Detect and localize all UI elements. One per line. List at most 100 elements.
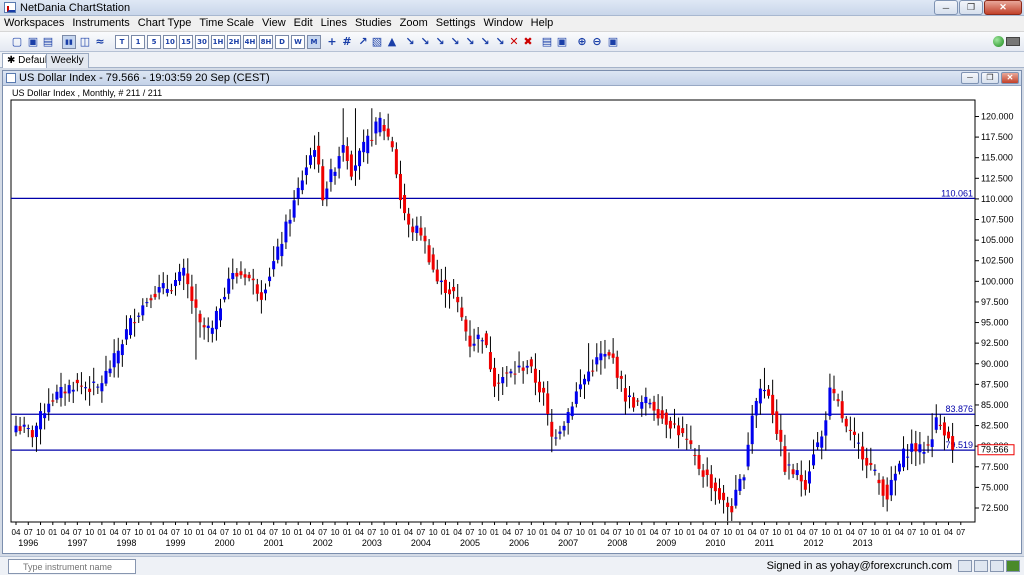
- menu-window[interactable]: Window: [480, 16, 527, 31]
- print-preview-icon[interactable]: ▣: [555, 35, 569, 49]
- year-label: 2004: [411, 538, 431, 548]
- x-tick-label: 01: [97, 528, 106, 537]
- speed-lines-icon[interactable]: ↘: [478, 35, 492, 49]
- interval-30-button[interactable]: 30: [195, 35, 209, 49]
- close-button[interactable]: ✕: [984, 0, 1022, 15]
- candle-body: [599, 353, 603, 361]
- candle-body: [918, 444, 922, 453]
- candle-body: [844, 418, 848, 427]
- channel-icon[interactable]: ↘: [418, 35, 432, 49]
- candle-body: [366, 135, 370, 154]
- gann-icon[interactable]: ↘: [448, 35, 462, 49]
- chart-minimize-button[interactable]: ─: [961, 72, 979, 84]
- candle-body: [828, 387, 832, 416]
- menu-view[interactable]: View: [258, 16, 290, 31]
- year-label: 1996: [18, 538, 38, 548]
- interval-8h-button[interactable]: 8H: [259, 35, 273, 49]
- candle-body: [497, 382, 501, 384]
- tab-weekly[interactable]: Weekly: [46, 53, 89, 68]
- candle-body: [329, 169, 333, 183]
- interval-4h-button[interactable]: 4H: [243, 35, 257, 49]
- delete-all-icon[interactable]: ✖: [521, 35, 535, 49]
- candle-body: [407, 213, 411, 225]
- chart-close-button[interactable]: ✕: [1001, 72, 1019, 84]
- grid-icon[interactable]: #: [340, 35, 354, 49]
- candle-body: [730, 506, 734, 513]
- menu-settings[interactable]: Settings: [432, 16, 480, 31]
- trendline-icon[interactable]: ↘: [403, 35, 417, 49]
- candle-body: [382, 124, 386, 132]
- candle-body: [292, 200, 296, 218]
- chart-window-title: US Dollar Index - 79.566 - 19:03:59 20 S…: [19, 72, 270, 84]
- fibonacci-icon[interactable]: ↘: [433, 35, 447, 49]
- cursor-icon[interactable]: ↗: [356, 35, 370, 49]
- x-tick-label: 10: [281, 528, 290, 537]
- price-chart[interactable]: US Dollar Index , Monthly, # 211 / 211 1…: [3, 86, 1021, 553]
- bar-chart-icon[interactable]: ◫: [78, 35, 92, 49]
- interval-monthly-button[interactable]: M: [307, 35, 321, 49]
- cycle-icon[interactable]: ↘: [463, 35, 477, 49]
- year-label: 2010: [705, 538, 725, 548]
- menu-zoom[interactable]: Zoom: [396, 16, 432, 31]
- menu-time-scale[interactable]: Time Scale: [195, 16, 258, 31]
- volume-icon[interactable]: ▧: [370, 35, 384, 49]
- candle-body: [435, 269, 439, 282]
- delete-icon[interactable]: ✕: [507, 35, 521, 49]
- chart-restore-button[interactable]: ❐: [981, 72, 999, 84]
- menu-workspaces[interactable]: Workspaces: [0, 16, 68, 31]
- text-tool-icon[interactable]: ↘: [493, 35, 507, 49]
- x-tick-label: 07: [220, 528, 229, 537]
- x-tick-label: 10: [527, 528, 536, 537]
- instrument-search-input[interactable]: [8, 559, 136, 574]
- x-tick-label: 07: [662, 528, 671, 537]
- interval-1-button[interactable]: 1: [131, 35, 145, 49]
- x-tick-label: 07: [956, 528, 965, 537]
- line-chart-icon[interactable]: ≈: [93, 35, 107, 49]
- candle-body: [443, 279, 447, 294]
- x-tick-label: 10: [478, 528, 487, 537]
- interval-tick-button[interactable]: T: [115, 35, 129, 49]
- candle-body: [386, 128, 390, 137]
- candle-body: [906, 456, 910, 458]
- menu-lines[interactable]: Lines: [317, 16, 351, 31]
- save-icon[interactable]: ▣: [26, 35, 40, 49]
- zoom-out-icon[interactable]: ⊖: [590, 35, 604, 49]
- interval-daily-button[interactable]: D: [275, 35, 289, 49]
- print-setup-icon[interactable]: ▤: [41, 35, 55, 49]
- candle-body: [562, 425, 566, 431]
- interval-15-button[interactable]: 15: [179, 35, 193, 49]
- mountain-icon[interactable]: ▲: [385, 35, 399, 49]
- candle-body: [288, 219, 292, 224]
- candle-body: [259, 292, 263, 300]
- menu-instruments[interactable]: Instruments: [68, 16, 133, 31]
- menu-studies[interactable]: Studies: [351, 16, 396, 31]
- interval-5-button[interactable]: 5: [147, 35, 161, 49]
- maximize-button[interactable]: ❐: [959, 0, 983, 15]
- y-tick-label: 75.000: [981, 482, 1009, 492]
- menu-chart-type[interactable]: Chart Type: [134, 16, 196, 31]
- candle-body: [750, 415, 754, 445]
- print-icon[interactable]: ▤: [540, 35, 554, 49]
- zoom-in-icon[interactable]: ⊕: [575, 35, 589, 49]
- candle-body: [157, 287, 161, 293]
- candle-body: [71, 389, 75, 392]
- interval-10-button[interactable]: 10: [163, 35, 177, 49]
- horizontal-line-label: 79.519: [945, 440, 973, 450]
- candle-body: [133, 322, 137, 324]
- interval-weekly-button[interactable]: W: [291, 35, 305, 49]
- candle-body: [22, 424, 26, 427]
- crosshair-icon[interactable]: +: [325, 35, 339, 49]
- status-panel-3-icon: [990, 560, 1004, 572]
- new-file-icon[interactable]: ▢: [10, 35, 24, 49]
- menu-edit[interactable]: Edit: [290, 16, 317, 31]
- candle-body: [914, 443, 918, 452]
- menu-help[interactable]: Help: [527, 16, 558, 31]
- minimize-button[interactable]: ─: [934, 0, 958, 15]
- candle-body: [308, 155, 312, 165]
- candlestick-chart-icon[interactable]: ▮▮: [62, 35, 76, 49]
- interval-1h-button[interactable]: 1H: [211, 35, 225, 49]
- candle-body: [930, 439, 934, 447]
- status-panel-2-icon: [974, 560, 988, 572]
- zoom-reset-icon[interactable]: ▣: [606, 35, 620, 49]
- interval-2h-button[interactable]: 2H: [227, 35, 241, 49]
